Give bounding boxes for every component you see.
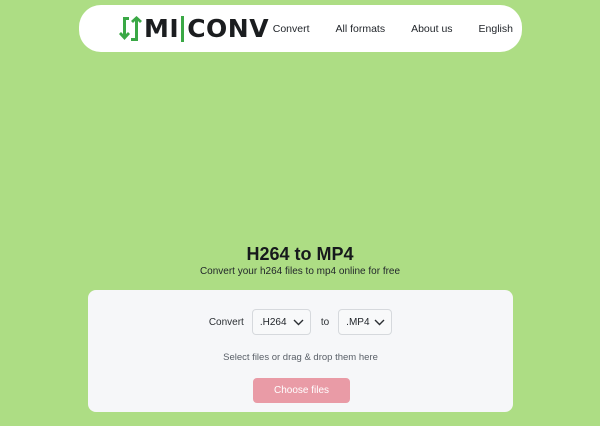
nav-about-us[interactable]: About us [411,23,452,35]
logo[interactable]: MI CONV [119,12,269,46]
target-format-value: .MP4 [346,316,370,328]
logo-prefix: MI [144,14,180,43]
converter-card: Convert .H264 to .MP4 Select files or dr… [88,290,513,412]
source-format-select[interactable]: .H264 [251,309,311,335]
nav-convert[interactable]: Convert [273,23,310,35]
choose-files-button[interactable]: Choose files [253,378,350,403]
source-format-value: .H264 [259,316,287,328]
nav-all-formats[interactable]: All formats [336,23,386,35]
target-format-select[interactable]: .MP4 [338,309,393,335]
to-label: to [320,316,330,328]
convert-label: Convert [208,316,244,328]
language-selector[interactable]: English [479,23,513,35]
top-navbar: MI CONV Convert All formats About us Eng… [79,5,522,52]
convert-arrows-icon [119,16,142,41]
logo-text: CONV [187,14,270,43]
drop-hint: Select files or drag & drop them here [223,352,378,363]
nav-links: Convert All formats About us English [273,5,513,52]
chevron-down-icon [374,319,385,325]
page-title: H264 to MP4 [246,244,354,264]
page-subtitle: Convert your h264 files to mp4 online fo… [199,266,401,277]
format-row: Convert .H264 to .MP4 [88,309,513,335]
chevron-down-icon [293,319,304,325]
logo-divider-icon [181,14,185,44]
